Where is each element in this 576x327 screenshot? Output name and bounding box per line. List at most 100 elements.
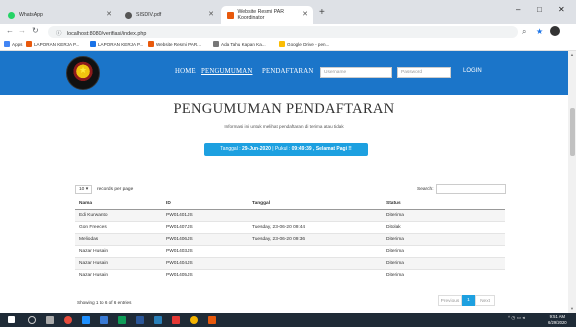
password-input[interactable]: Password — [397, 67, 451, 78]
bookmark-apps[interactable]: Apps — [4, 41, 22, 47]
drive-icon — [279, 41, 285, 47]
clock[interactable]: 9:51 AM 6/29/2020 — [548, 314, 567, 325]
close-icon[interactable]: ✕ — [106, 10, 112, 18]
app-icon[interactable] — [154, 316, 162, 324]
tab-pdf[interactable]: SISDIV.pdf ✕ — [119, 6, 219, 24]
bookmark-item[interactable]: Website Resmi PAR... — [148, 41, 201, 47]
forward-icon[interactable]: → — [18, 26, 26, 35]
site-header: ★ HOME PENGUMUMAN PENDAFTARAN Username P… — [0, 51, 568, 95]
windows-start-icon[interactable] — [8, 316, 15, 323]
nav-pengumuman[interactable]: PENGUMUMAN — [201, 68, 252, 75]
cell-id: PW01406JS — [162, 232, 248, 245]
cell-status: Diterima — [382, 256, 505, 269]
bookmark-item[interactable]: LAPORAN KERJA P... — [26, 41, 79, 47]
cell-status: Diterima — [382, 208, 505, 221]
column-header-tanggal[interactable]: Tanggal — [248, 198, 382, 210]
app-icon[interactable] — [208, 316, 216, 324]
url-text: localhost:8080/verifiasi/index.php — [66, 31, 147, 37]
site-favicon-icon — [90, 41, 96, 47]
table-row: Nazar Husain PW01405JS Diterima — [75, 268, 505, 281]
login-button[interactable]: LOGIN — [463, 68, 482, 74]
site-favicon-icon — [227, 11, 234, 19]
address-bar[interactable]: ⓘ localhost:8080/verifiasi/index.php — [48, 26, 518, 38]
page-scrollbar[interactable] — [568, 51, 576, 313]
search-input[interactable] — [436, 184, 506, 194]
cell-tanggal — [248, 244, 382, 257]
search-label: Search: — [417, 187, 434, 192]
tab-label: SISDIV.pdf — [136, 12, 162, 18]
column-header-status[interactable]: Status — [382, 198, 505, 210]
cell-status: Diterima — [382, 268, 505, 281]
scroll-down-icon[interactable]: ▼ — [570, 306, 574, 311]
edge-icon[interactable] — [82, 316, 90, 324]
globe-icon — [213, 41, 219, 47]
opera-icon[interactable] — [64, 316, 72, 324]
tab-label: WhatsApp — [19, 12, 43, 18]
cell-id: PW01401JS — [162, 208, 248, 221]
app-icon[interactable] — [118, 316, 126, 324]
browser-toolbar: ← → ↻ ⓘ localhost:8080/verifiasi/index.p… — [0, 24, 576, 40]
site-favicon-icon — [26, 41, 32, 47]
task-view-icon[interactable] — [46, 316, 54, 324]
cell-id: PW01405JS — [162, 268, 248, 281]
close-icon[interactable]: ✕ — [302, 10, 308, 18]
apps-icon — [4, 41, 10, 47]
word-icon[interactable] — [136, 316, 144, 324]
back-icon[interactable]: ← — [6, 26, 14, 35]
scroll-up-icon[interactable]: ▲ — [570, 52, 574, 57]
avatar[interactable] — [550, 26, 560, 36]
bookmarks-bar: Apps LAPORAN KERJA P... LAPORAN KERJA P.… — [0, 40, 576, 51]
close-window-icon[interactable]: ✕ — [558, 5, 565, 14]
zoom-icon[interactable]: ⌕ — [522, 27, 526, 37]
previous-page-button[interactable]: Previous — [438, 295, 462, 306]
bookmark-item[interactable]: Google Drive - pen... — [279, 41, 329, 47]
username-input[interactable]: Username — [320, 67, 392, 78]
records-per-page-label: records per page — [97, 187, 134, 192]
page-subtitle: Informasi ini untuk melihat pendaftaran … — [224, 124, 344, 129]
cell-tanggal: Tuesday, 23-06-20 09:36 — [248, 232, 382, 245]
maximize-icon[interactable]: □ — [537, 5, 542, 14]
logo: ★ — [66, 56, 100, 90]
bookmark-item[interactable]: Ada Tahu Kapan Ka... — [213, 41, 266, 47]
cell-nama: Nazar Husain — [75, 244, 162, 257]
bookmark-item[interactable]: LAPORAN KERJA P... — [90, 41, 143, 47]
close-icon[interactable]: ✕ — [208, 10, 214, 18]
column-header-nama[interactable]: Nama — [75, 198, 162, 210]
new-tab-button[interactable]: + — [319, 7, 325, 18]
banner-time: 09:49:39 , Selamat Pagi !! — [291, 146, 352, 152]
search-icon[interactable] — [28, 316, 36, 324]
chevron-down-icon: ▾ — [85, 187, 89, 192]
app-icon[interactable] — [172, 316, 180, 324]
table-header-row: Nama ID Tanggal Status — [75, 198, 505, 210]
chrome-icon[interactable] — [190, 316, 198, 324]
cell-id: PW01407JS — [162, 220, 248, 233]
scrollbar-thumb[interactable] — [570, 108, 575, 156]
results-table: Nama ID Tanggal Status Edi Kurwanto PW01… — [75, 198, 505, 281]
tab-whatsapp[interactable]: WhatsApp ✕ — [2, 6, 117, 24]
site-favicon-icon — [148, 41, 154, 47]
next-page-button[interactable]: Next — [475, 295, 495, 306]
banner-date: 29-Jun-2020 — [241, 146, 271, 152]
current-page-button[interactable]: 1 — [462, 295, 475, 306]
star-icon[interactable]: ★ — [536, 27, 543, 36]
windows-taskbar: ^ ◷ ▭ ◂ 9:51 AM 6/29/2020 — [0, 313, 576, 327]
whatsapp-icon — [8, 11, 15, 19]
reload-icon[interactable]: ↻ — [32, 26, 39, 35]
column-header-id[interactable]: ID — [162, 198, 248, 210]
cell-id: PW01403JS — [162, 244, 248, 257]
minimize-icon[interactable]: – — [516, 5, 520, 14]
cell-tanggal — [248, 256, 382, 269]
cell-tanggal — [248, 208, 382, 221]
cell-id: PW01404JS — [162, 256, 248, 269]
table-row: Gon Freeces PW01407JS Tuesday, 23-06-20 … — [75, 220, 505, 233]
table-row: Meliodas PW01406JS Tuesday, 23-06-20 09:… — [75, 232, 505, 245]
ie-icon[interactable] — [100, 316, 108, 324]
globe-icon — [125, 11, 132, 19]
records-per-page-select[interactable]: 10 ▾ — [75, 185, 93, 194]
tab-website[interactable]: Website Resmi PAR Koordinator ✕ — [221, 6, 313, 24]
tray-icons[interactable]: ^ ◷ ▭ ◂ — [508, 315, 525, 321]
nav-pendaftaran[interactable]: PENDAFTARAN — [262, 68, 314, 75]
nav-home[interactable]: HOME — [175, 68, 196, 75]
date-banner: Tanggal : 29-Jun-2020 | Pukul : 09:49:39… — [204, 143, 368, 156]
cell-nama: Nazar Husain — [75, 268, 162, 281]
